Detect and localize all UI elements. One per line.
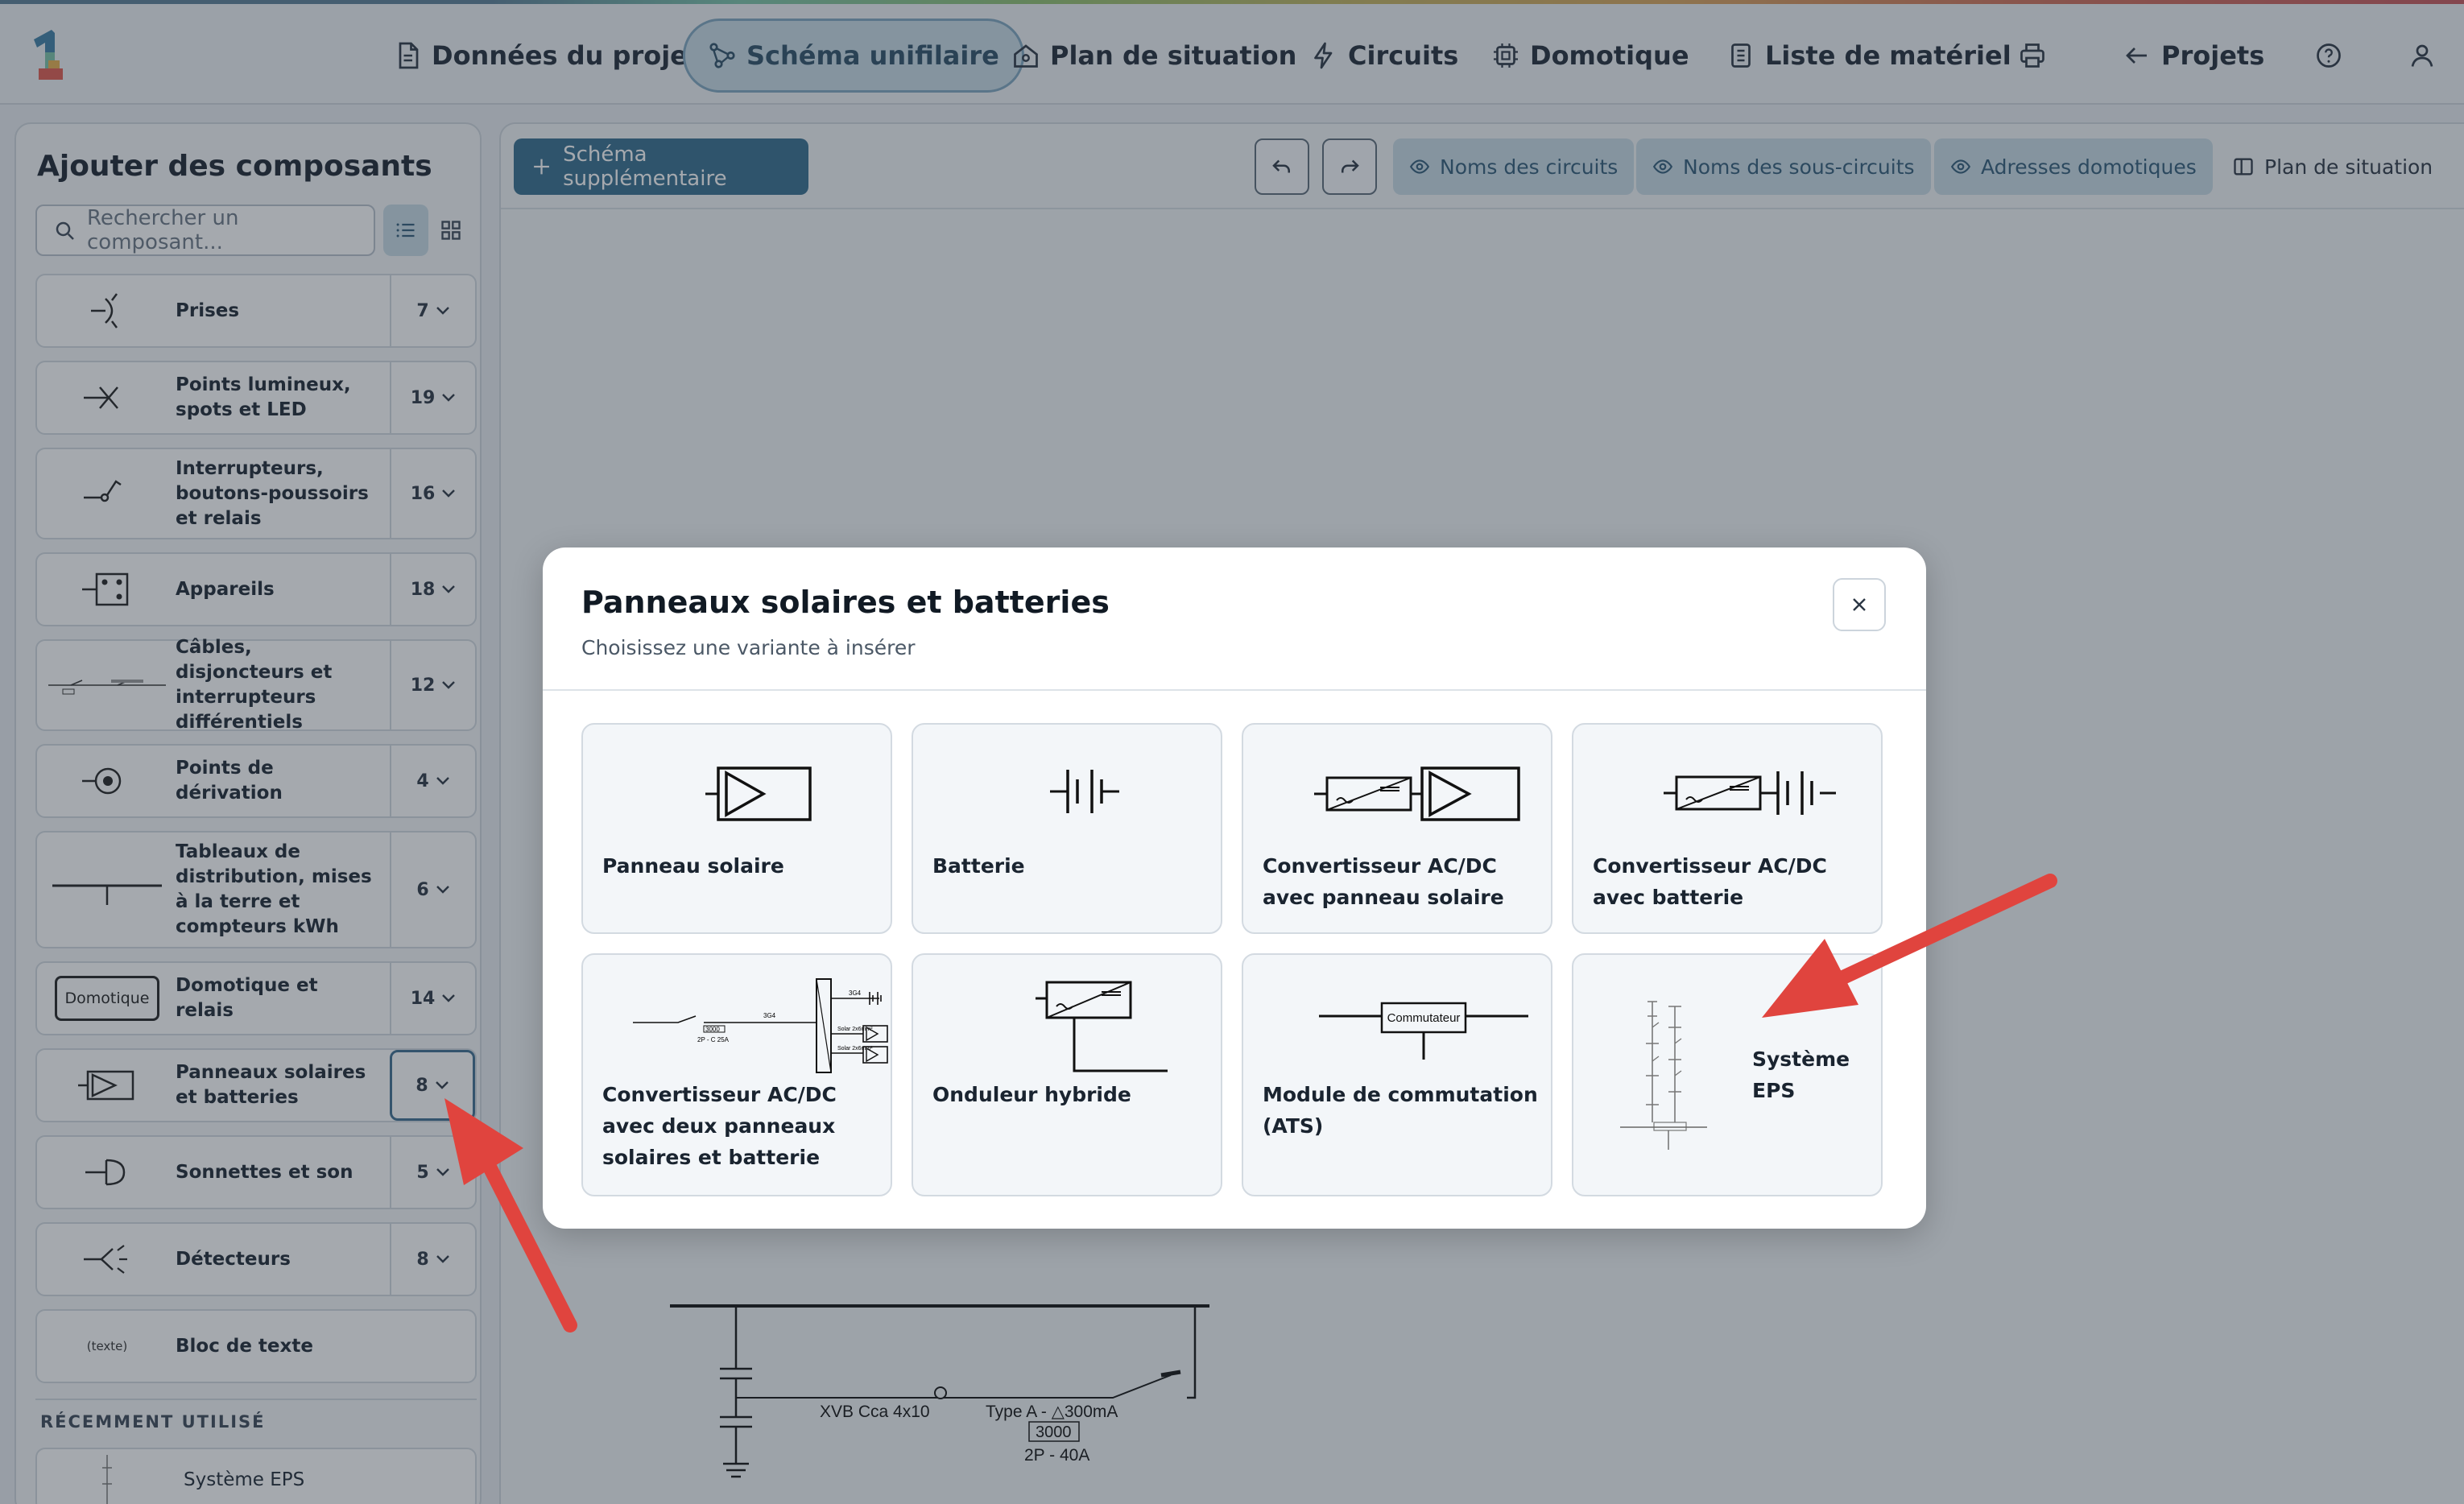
mini-cable-b: 3G4: [849, 990, 862, 997]
variant-card-converter-two-solar-battery[interactable]: 3000 2P - C 25A 3G4 3G4 Solar 2x6mm² Sol…: [581, 953, 892, 1196]
variant-picker-modal: Panneaux solaires et batteries Choisisse…: [543, 547, 1926, 1229]
modal-divider: [543, 689, 1926, 691]
mini-breaker-value: 3000: [705, 1026, 720, 1033]
variant-card-battery[interactable]: Batterie: [912, 723, 1222, 934]
mini-solar-a: Solar 2x6mm²: [837, 1027, 873, 1032]
modal-subtitle: Choisissez une variante à insérer: [581, 636, 916, 659]
converter-battery-symbol: [1664, 771, 1836, 815]
converter-solar-symbol: [1314, 766, 1520, 821]
variant-card-converter-battery[interactable]: Convertisseur AC/DC avec batterie: [1572, 723, 1883, 934]
mini-breaker-rating: 2P - C 25A: [697, 1036, 730, 1043]
eps-system-symbol: [1620, 1001, 1707, 1150]
close-icon: [1853, 598, 1866, 611]
modal-title: Panneaux solaires et batteries: [581, 585, 1110, 620]
ats-symbol-text: Commutateur: [1387, 1011, 1461, 1025]
hybrid-inverter-symbol: [1036, 981, 1168, 1072]
variant-card-solar-panel[interactable]: Panneau solaire: [581, 723, 892, 934]
mini-cable-a: 3G4: [763, 1012, 776, 1019]
modal-close-button[interactable]: [1833, 578, 1886, 631]
variant-card-converter-solar[interactable]: Convertisseur AC/DC avec panneau solaire: [1242, 723, 1552, 934]
variant-card-hybrid-inverter[interactable]: Onduleur hybride: [912, 953, 1222, 1196]
ats-symbol: Commutateur: [1319, 1002, 1528, 1060]
battery-symbol: [1050, 770, 1119, 813]
converter-two-solar-battery-symbol: 3000 2P - C 25A 3G4 3G4 Solar 2x6mm² Sol…: [633, 978, 888, 1073]
solar-panel-symbol: [705, 766, 812, 821]
variant-card-eps-system[interactable]: Système EPS: [1572, 953, 1883, 1196]
variant-card-ats[interactable]: Commutateur Module de commutation (ATS): [1242, 953, 1552, 1196]
